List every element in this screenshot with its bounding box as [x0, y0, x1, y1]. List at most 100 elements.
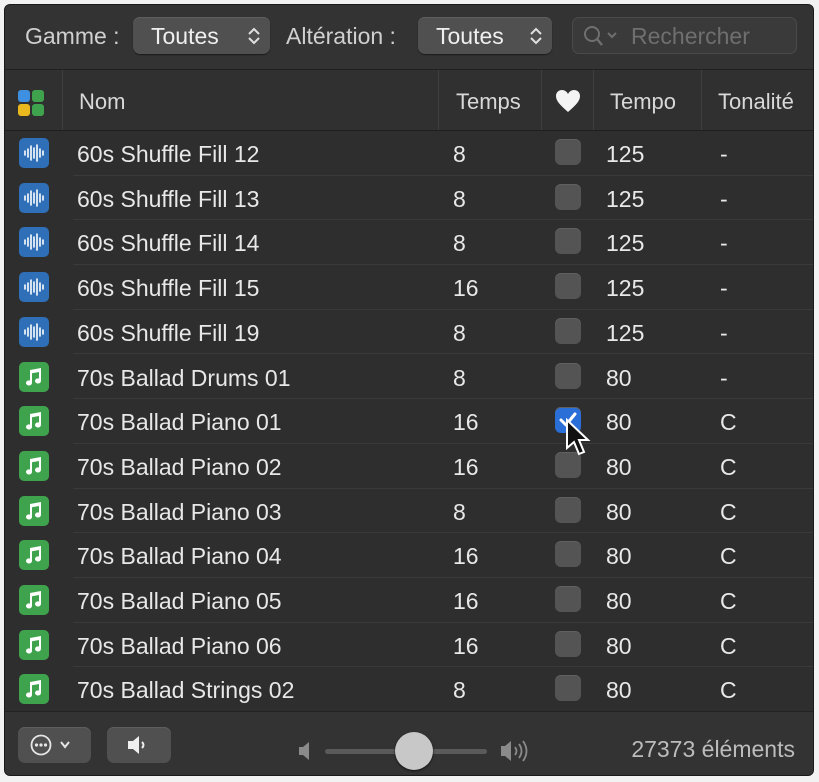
loop-browser-window: Gamme : Toutes Altération : Toutes Reche…: [4, 4, 814, 776]
favorite-checkbox[interactable]: [555, 273, 581, 300]
music-note-icon: [19, 540, 49, 571]
favorite-checkbox[interactable]: [555, 183, 581, 210]
checkmark-icon: [559, 412, 577, 427]
loop-key: C: [720, 453, 737, 480]
table-row[interactable]: 60s Shuffle Fill 14 8 125 -: [5, 220, 813, 266]
music-note-icon: [19, 629, 49, 660]
loop-tempo: 125: [606, 141, 645, 167]
audio-waveform-icon: [19, 138, 49, 168]
grid-color-icon: [18, 90, 44, 116]
favorite-checkbox[interactable]: [555, 675, 581, 702]
loop-key: C: [720, 498, 737, 525]
loop-tempo: 125: [606, 185, 645, 212]
volume-high-icon: [501, 740, 528, 762]
ellipsis-circle-icon: [30, 734, 70, 756]
volume-slider-knob[interactable]: [395, 732, 434, 770]
column-header-name[interactable]: Nom: [63, 70, 439, 130]
loop-tempo: 80: [606, 677, 632, 704]
loop-beats: 16: [453, 453, 479, 480]
speaker-icon: [128, 736, 145, 754]
loop-tempo: 125: [606, 230, 645, 257]
loop-name: 70s Ballad Strings 02: [77, 677, 295, 704]
loop-key: -: [720, 319, 728, 346]
loop-key: -: [720, 185, 728, 212]
loop-table-body: 60s Shuffle Fill 12 8 125-60s Shuffle Fill…: [5, 131, 813, 711]
alteration-popup[interactable]: Toutes: [418, 17, 552, 54]
more-options-button[interactable]: [18, 727, 91, 763]
favorite-checkbox[interactable]: [555, 496, 581, 523]
audio-waveform-icon: [19, 227, 49, 258]
loop-name: 70s Ballad Drums 01: [77, 364, 291, 391]
table-row[interactable]: 70s Ballad Strings 02 8 80 C: [5, 667, 813, 711]
favorite-checkbox[interactable]: [555, 228, 581, 255]
loop-tempo: 80: [606, 498, 632, 525]
loop-beats: 8: [453, 185, 466, 212]
table-row[interactable]: 70s Ballad Piano 05 16 80 C: [5, 578, 813, 623]
loop-beats: 8: [453, 498, 466, 525]
loop-beats: 16: [453, 275, 479, 302]
loop-tempo: 80: [606, 543, 632, 570]
loop-tempo: 80: [606, 364, 632, 391]
loop-beats: 8: [453, 677, 466, 704]
favorite-checkbox[interactable]: [555, 407, 581, 434]
footer-bar: 27373 éléments: [5, 711, 813, 775]
table-row[interactable]: 60s Shuffle Fill 12 8 125 -: [5, 131, 813, 176]
search-field[interactable]: [572, 17, 797, 54]
music-note-icon: [19, 450, 49, 481]
loop-beats: 16: [453, 588, 479, 614]
music-note-icon: [19, 406, 49, 437]
table-header: Nom Temps Tempo Tonalité: [5, 70, 813, 131]
favorite-checkbox[interactable]: [555, 317, 581, 344]
heart-icon: [556, 90, 580, 112]
loop-tempo: 80: [606, 409, 632, 436]
scale-popup[interactable]: Toutes: [133, 17, 270, 54]
table-row[interactable]: 70s Ballad Piano 06 16 80 C: [5, 623, 813, 668]
column-header-tempo[interactable]: Tempo: [594, 70, 702, 130]
loop-tempo: 80: [606, 453, 632, 480]
preview-speaker-button[interactable]: [107, 727, 171, 763]
column-header-type[interactable]: [5, 70, 63, 130]
search-input[interactable]: [629, 20, 793, 52]
table-row[interactable]: 60s Shuffle Fill 15 16 125 -: [5, 265, 813, 310]
loop-beats: 8: [453, 364, 466, 391]
table-row[interactable]: 60s Shuffle Fill 19 8 125 -: [5, 310, 813, 355]
loop-key: C: [720, 409, 737, 436]
table-row[interactable]: 60s Shuffle Fill 13 8 125 -: [5, 176, 813, 221]
loop-key: C: [720, 677, 737, 704]
loop-name: 70s Ballad Piano 06: [77, 632, 282, 659]
scale-label: Gamme :: [25, 23, 120, 49]
loop-key: C: [720, 632, 737, 659]
table-row[interactable]: 70s Ballad Piano 03 8 80 C: [5, 489, 813, 534]
table-row[interactable]: 70s Ballad Piano 01 16 80 C: [5, 399, 813, 444]
scale-popup-value: Toutes: [151, 23, 219, 49]
loop-name: 70s Ballad Piano 03: [77, 498, 282, 525]
updown-chevron-icon: [530, 27, 542, 45]
loop-beats: 16: [453, 632, 479, 659]
loop-tempo: 80: [606, 588, 632, 614]
loop-name: 70s Ballad Piano 01: [77, 409, 282, 436]
loop-name: 60s Shuffle Fill 13: [77, 185, 260, 212]
table-row[interactable]: 70s Ballad Piano 04 16 80 C: [5, 533, 813, 578]
column-header-favorite[interactable]: [542, 70, 594, 130]
column-header-key[interactable]: Tonalité: [702, 70, 813, 130]
favorite-checkbox[interactable]: [555, 630, 581, 657]
loop-key: C: [720, 543, 737, 570]
loop-tempo: 80: [606, 632, 632, 659]
loop-name: 60s Shuffle Fill 19: [77, 319, 260, 346]
loop-key: C: [720, 588, 737, 614]
favorite-checkbox[interactable]: [555, 139, 581, 165]
music-note-icon: [19, 585, 49, 615]
favorite-checkbox[interactable]: [555, 451, 581, 478]
column-header-beats[interactable]: Temps: [439, 70, 542, 130]
favorite-checkbox[interactable]: [555, 362, 581, 389]
loop-beats: 8: [453, 319, 466, 346]
favorite-checkbox[interactable]: [555, 586, 581, 612]
filter-bar: Gamme : Toutes Altération : Toutes: [5, 5, 813, 70]
favorite-checkbox[interactable]: [555, 541, 581, 568]
table-row[interactable]: 70s Ballad Piano 02 16 80 C: [5, 444, 813, 489]
loop-tempo: 125: [606, 275, 645, 302]
search-icon[interactable]: [582, 24, 622, 48]
loop-name: 70s Ballad Piano 04: [77, 543, 282, 570]
loop-name: 60s Shuffle Fill 15: [77, 275, 260, 302]
table-row[interactable]: 70s Ballad Drums 01 8 80 -: [5, 355, 813, 400]
